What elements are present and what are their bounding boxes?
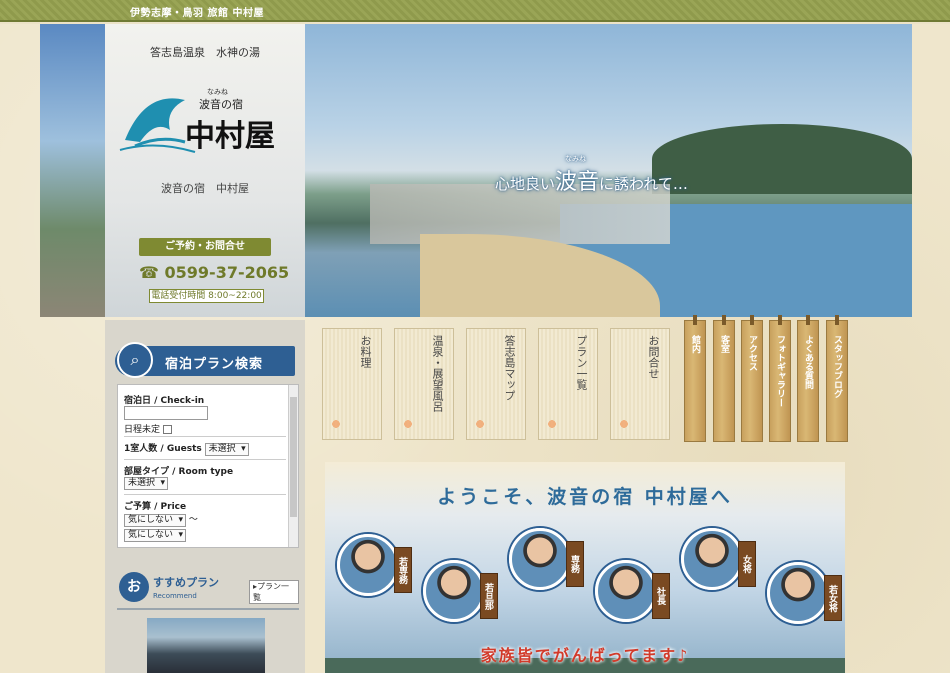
staff-role: 専務	[566, 541, 584, 587]
tag-gallery[interactable]: フォトギャラリー	[769, 315, 791, 442]
site-title: 伊勢志摩・鳥羽 旅館 中村屋	[130, 8, 264, 19]
tagline-pre: 心地良い	[495, 175, 556, 193]
undecided-label: 日程未定	[124, 425, 161, 435]
phone-hours: 電話受付時間 8:00~22:00	[149, 289, 264, 303]
plan-list-link[interactable]: ▸プラン一覧	[249, 580, 299, 604]
tag-rooms[interactable]: 客室	[713, 315, 735, 442]
guests-label: 1室人数 / Guests	[124, 444, 202, 454]
tag-label: 館内	[690, 335, 700, 353]
price-separator: ～	[188, 515, 198, 525]
price-row: ご予算 / Price 気にしない ～ 気にしない	[124, 499, 284, 542]
staff-role: 若専務	[394, 547, 412, 593]
staff-role: 女将	[738, 541, 756, 587]
divider	[124, 459, 286, 460]
welcome-title: ようこそ、波音の宿 中村屋へ	[437, 486, 733, 508]
divider	[124, 494, 286, 495]
recommend-o: お	[119, 572, 149, 602]
form-scrollbar[interactable]	[288, 385, 298, 547]
guests-select[interactable]: 未選択	[204, 443, 249, 456]
inn-name: 波音の宿 中村屋	[161, 182, 249, 195]
nav-onsen[interactable]: 温泉・展望風呂	[394, 328, 454, 440]
flower-icon	[615, 415, 633, 433]
search-icon: ⌕	[117, 342, 153, 378]
phone-label: 0599-37-2065	[164, 263, 290, 282]
checkin-row: 宿泊日 / Check-in 日程未定	[124, 393, 284, 435]
tag-access[interactable]: アクセス	[741, 315, 763, 442]
tag-label: よくある質問	[803, 335, 813, 389]
roomtype-label: 部屋タイプ / Room type	[124, 467, 234, 477]
nav-label: 答志島マップ	[503, 335, 516, 401]
logo-panel: 答志島温泉 水神の湯 なみね 波音の宿 中村屋 波音の宿 中村屋 ご予約・お問合…	[105, 24, 305, 317]
welcome-section: ようこそ、波音の宿 中村屋へ 若専務 若旦那 専務 社長 女将 若女将 家族皆で…	[325, 462, 845, 673]
staff-role: 若旦那	[480, 573, 498, 619]
logo-subtitle: 答志島温泉 水神の湯	[150, 46, 260, 59]
tag-label: 客室	[719, 335, 729, 353]
nav-cuisine[interactable]: お料理	[322, 328, 382, 440]
price-min-select[interactable]: 気にしない	[124, 514, 187, 527]
plan-search-header: ⌕ 宿泊プラン検索	[115, 342, 295, 378]
tag-label: アクセス	[747, 335, 757, 371]
roomtype-select[interactable]: 未選択	[124, 477, 169, 490]
staff-photo: 専務	[509, 528, 584, 590]
phone-number[interactable]: ☎ 0599-37-2065	[139, 263, 289, 282]
tag-label: フォトギャラリー	[775, 335, 785, 407]
plan-search-title: 宿泊プラン検索	[165, 357, 264, 372]
island-image	[652, 124, 912, 194]
flower-icon	[399, 415, 417, 433]
nav-label: プラン一覧	[575, 335, 588, 390]
tag-faq[interactable]: よくある質問	[797, 315, 819, 442]
staff-role: 社長	[652, 573, 670, 619]
tag-staff-blog[interactable]: スタッフブログ	[826, 315, 848, 442]
divider	[124, 436, 286, 437]
nav-map[interactable]: 答志島マップ	[466, 328, 526, 440]
nav-plans[interactable]: プラン一覧	[538, 328, 598, 440]
logo-brand-small: 波音の宿	[199, 97, 243, 111]
price-label: ご予算 / Price	[124, 502, 187, 512]
nav-label: お料理	[359, 335, 372, 368]
family-message: 家族皆でがんばってます♪	[480, 646, 690, 665]
logo-brand-big: 中村屋	[185, 119, 275, 154]
flower-icon	[327, 415, 345, 433]
recommend-title: すすめプラン	[153, 576, 219, 589]
tagline-ruby: なみね	[565, 155, 586, 163]
recommend-divider	[117, 608, 299, 610]
left-sidebar: ⌕ 宿泊プラン検索 宿泊日 / Check-in 日程未定 1室人数 / Gue…	[105, 320, 305, 673]
recommend-header: お すすめプラン Recommend ▸プラン一覧	[115, 568, 299, 604]
tag-facilities[interactable]: 館内	[684, 315, 706, 442]
staff-photo: 若旦那	[423, 560, 498, 622]
top-bar: 伊勢志摩・鳥羽 旅館 中村屋	[0, 0, 950, 22]
nav-label: お問合せ	[647, 335, 660, 379]
hero-tagline: 心地良い波音に誘われて… なみね	[495, 155, 688, 196]
flower-icon	[471, 415, 489, 433]
roomtype-row: 部屋タイプ / Room type 未選択	[124, 464, 284, 490]
staff-photo: 女将	[681, 528, 756, 590]
checkin-input[interactable]	[124, 406, 208, 420]
hero-left-photo	[40, 24, 110, 317]
staff-photo: 若専務	[337, 534, 412, 596]
plan-search-form: 宿泊日 / Check-in 日程未定 1室人数 / Guests 未選択 部屋…	[117, 384, 299, 548]
tagline-big: 波音	[555, 170, 600, 195]
recommend-plan-image[interactable]	[147, 618, 265, 673]
logo-ruby: なみね	[207, 88, 228, 96]
checkin-label: 宿泊日 / Check-in	[124, 396, 205, 406]
nav-contact[interactable]: お問合せ	[610, 328, 670, 440]
phone-icon: ☎	[139, 263, 159, 282]
guests-row: 1室人数 / Guests 未選択	[124, 441, 284, 456]
tag-label: スタッフブログ	[832, 335, 842, 398]
nav-label: 温泉・展望風呂	[431, 335, 444, 412]
tagline-post: に誘われて…	[599, 175, 688, 193]
reserve-button[interactable]: ご予約・お問合せ	[139, 238, 271, 256]
staff-photo: 社長	[595, 560, 670, 622]
staff-photo: 若女将	[767, 562, 842, 624]
price-max-select[interactable]: 気にしない	[124, 529, 187, 542]
undecided-checkbox[interactable]	[162, 425, 172, 434]
staff-role: 若女将	[824, 575, 842, 621]
wave-logo-icon[interactable]: なみね 波音の宿 中村屋	[115, 80, 295, 160]
scroll-thumb[interactable]	[290, 397, 297, 517]
recommend-subtitle: Recommend	[153, 592, 197, 600]
flower-icon	[543, 415, 561, 433]
undecided-row: 日程未定	[124, 422, 284, 435]
